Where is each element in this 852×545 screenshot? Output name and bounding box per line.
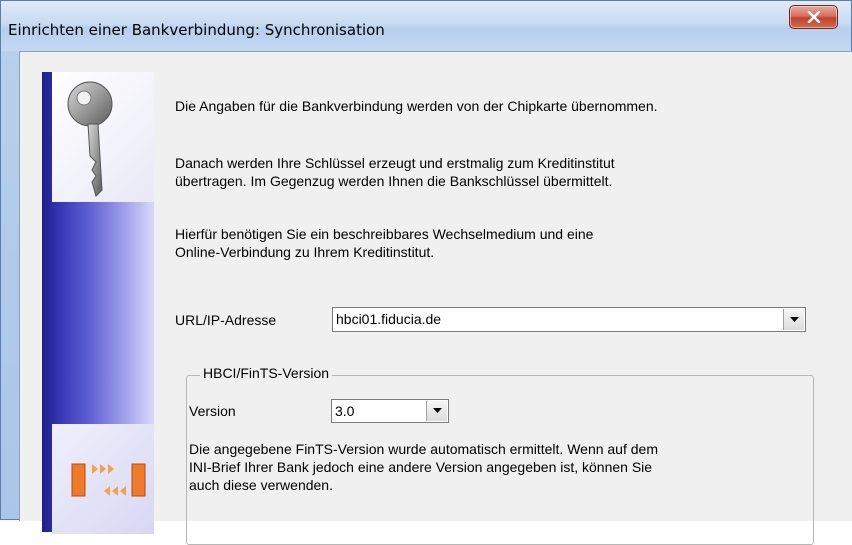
chevron-down-icon: [789, 316, 799, 322]
close-button[interactable]: [789, 5, 838, 29]
dialog-window: Einrichten einer Bankverbindung: Synchro…: [0, 0, 852, 545]
key-icon: [67, 81, 113, 197]
version-label: Version: [189, 403, 236, 419]
transfer-arrows-icon: [71, 463, 146, 497]
close-icon: [807, 11, 820, 23]
version-combobox[interactable]: 3.0: [331, 399, 449, 423]
version-note-line3: auch diese verwenden.: [189, 477, 333, 493]
transfer-image-box: [52, 424, 154, 534]
dialog-client-area: Die Angaben für die Bankverbindung werde…: [19, 51, 852, 545]
url-value: hbci01.fiducia.de: [336, 311, 442, 327]
info-text-keys-line1: Danach werden Ihre Schlüssel erzeugt und…: [175, 155, 615, 171]
chevron-down-icon: [432, 408, 442, 413]
info-text-chipkarte: Die Angaben für die Bankverbindung werde…: [175, 98, 658, 114]
version-note-line1: Die angegebene FinTS-Version wurde autom…: [189, 441, 658, 457]
info-text-medium-line2: Online-Verbindung zu Ihrem Kreditinstitu…: [175, 244, 435, 260]
info-text-keys-line2: übertragen. Im Gegenzug werden Ihnen die…: [175, 173, 613, 189]
info-text-medium-line1: Hierfür benötigen Sie ein beschreibbares…: [175, 226, 594, 242]
url-combobox[interactable]: hbci01.fiducia.de: [332, 307, 806, 332]
version-note-line2: INI-Brief Ihrer Bank jedoch eine andere …: [189, 459, 653, 475]
key-image-box: [52, 72, 154, 202]
url-dropdown-button[interactable]: [783, 309, 804, 330]
url-label: URL/IP-Adresse: [175, 312, 277, 328]
hbci-group-legend: HBCI/FinTS-Version: [200, 365, 333, 381]
side-banner: [42, 72, 154, 534]
window-title: Einrichten einer Bankverbindung: Synchro…: [8, 21, 385, 39]
title-bar: Einrichten einer Bankverbindung: Synchro…: [1, 1, 851, 51]
version-value: 3.0: [335, 403, 355, 419]
version-dropdown-button[interactable]: [426, 401, 447, 421]
